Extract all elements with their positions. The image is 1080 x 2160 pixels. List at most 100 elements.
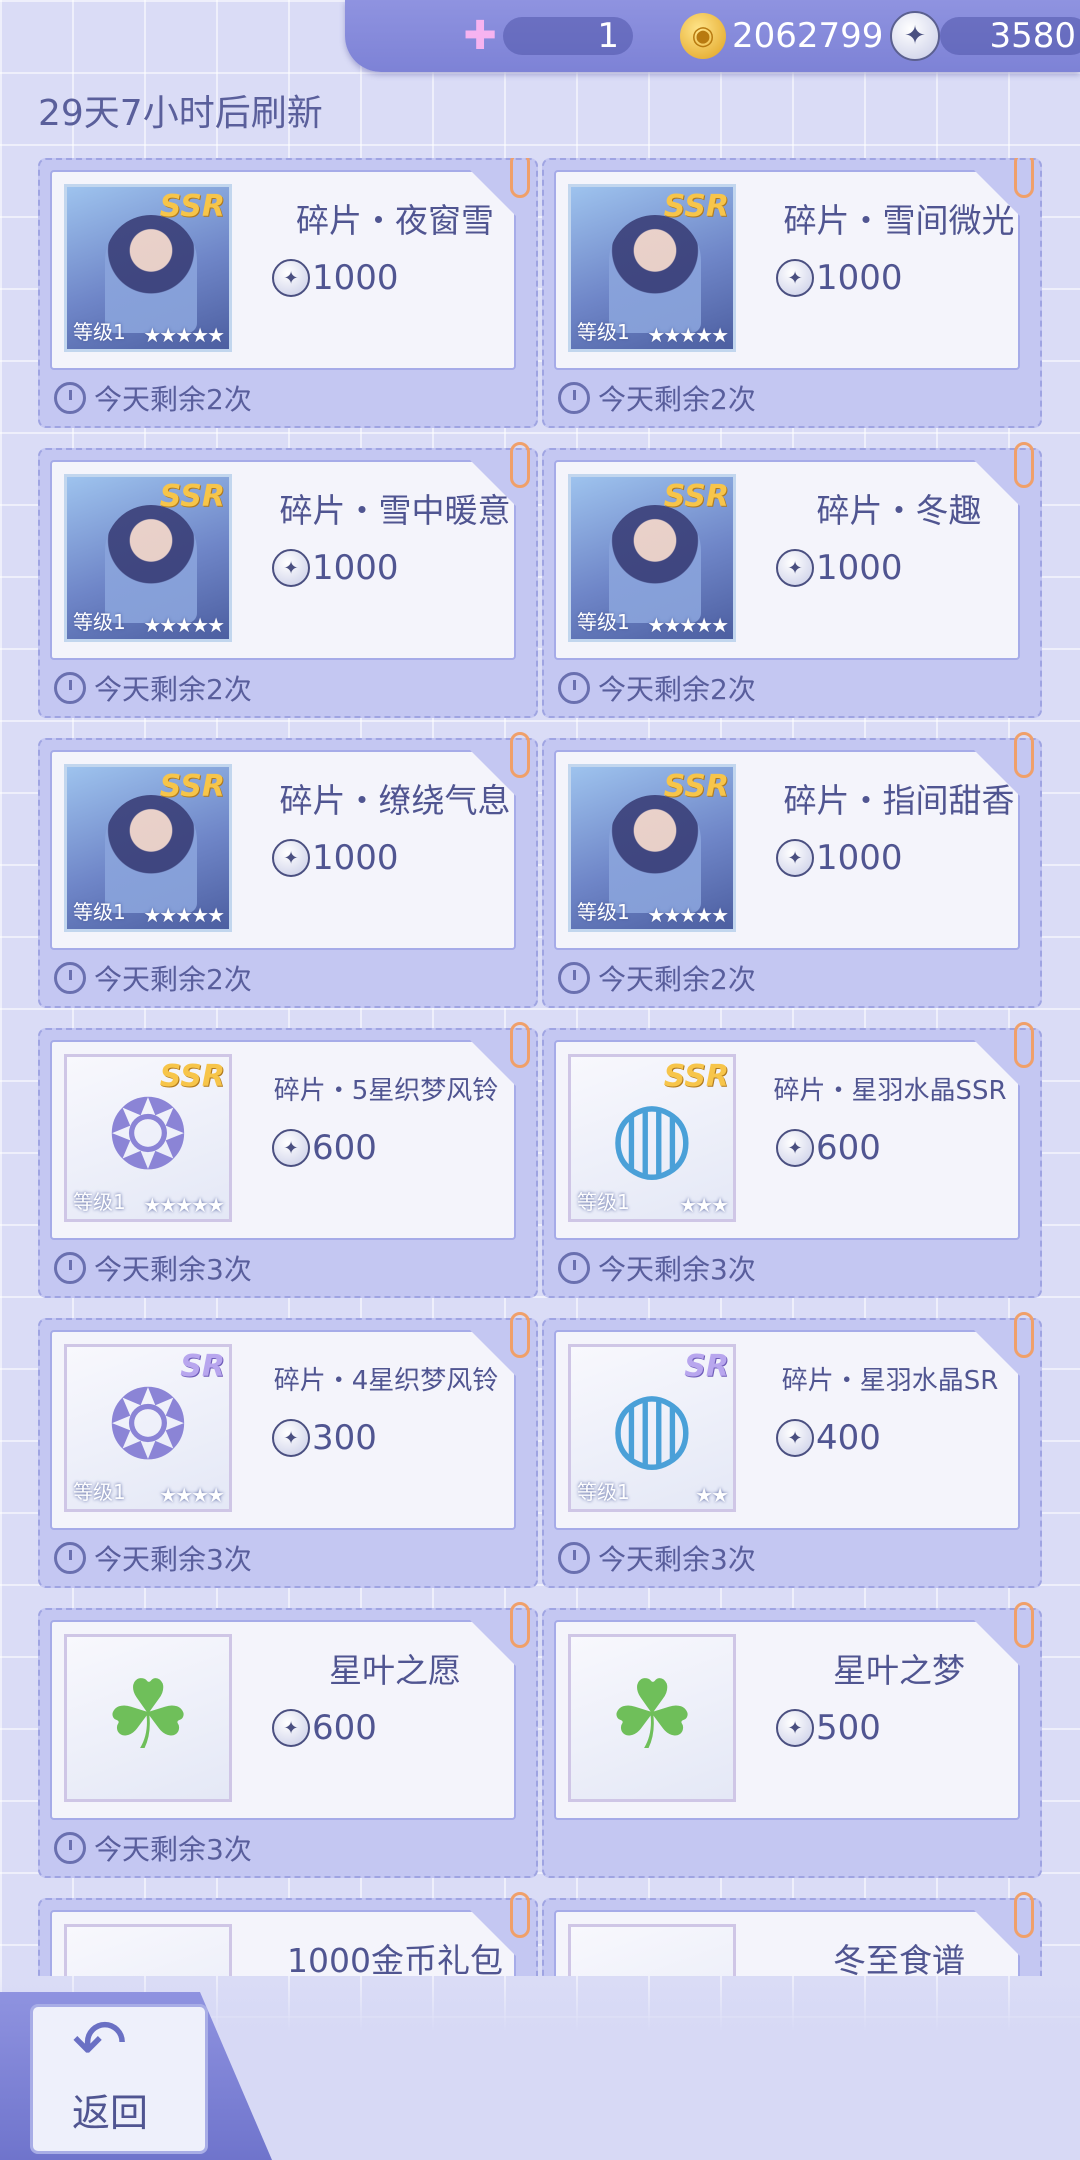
shop-item-card[interactable]: SSR 等级1 ★★★★★ 碎片・缭绕气息 ✦ 1000 今天剩余2次 bbox=[38, 732, 538, 1008]
item-thumbnail[interactable]: ❂ SSR 等级1 ★★★★★ bbox=[64, 1054, 232, 1222]
limit-text: 今天剩余3次 bbox=[598, 1543, 756, 1576]
paperclip-icon bbox=[1014, 732, 1034, 778]
item-name: 碎片・星羽水晶SR bbox=[781, 1366, 999, 1396]
star-coin-icon: ✦ bbox=[272, 839, 310, 877]
currency-bar: ✚ 1 ◉ 2062799 ✦ 3580 bbox=[345, 0, 1080, 72]
clock-icon bbox=[54, 1832, 86, 1864]
rarity-badge: SSR bbox=[663, 769, 729, 804]
limit-text: 今天剩余2次 bbox=[94, 963, 252, 996]
item-thumbnail[interactable]: ◉ bbox=[64, 1924, 232, 1976]
item-thumbnail[interactable]: ◍ SR 等级1 ★★ bbox=[568, 1344, 736, 1512]
clock-icon bbox=[558, 1252, 590, 1284]
rarity-badge: SSR bbox=[663, 479, 729, 514]
item-thumbnail[interactable]: ▤ bbox=[568, 1924, 736, 1976]
shop-item-card[interactable]: SSR 等级1 ★★★★★ 碎片・雪中暖意 ✦ 1000 今天剩余2次 bbox=[38, 442, 538, 718]
shop-item-card[interactable]: ☘ 星叶之愿 ✦ 600 今天剩余3次 bbox=[38, 1602, 538, 1878]
level-label: 等级1 bbox=[73, 1480, 126, 1504]
shop-item-card[interactable]: ◍ SR 等级1 ★★ 碎片・星羽水晶SR ✦ 400 今天剩余3次 bbox=[542, 1312, 1042, 1588]
coin-currency: ◉ 2062799 bbox=[680, 0, 883, 72]
level-label: 等级1 bbox=[577, 610, 630, 634]
level-label: 等级1 bbox=[73, 610, 126, 634]
rarity-badge: SR bbox=[684, 1349, 729, 1384]
paperclip-icon bbox=[510, 158, 530, 198]
price-value: 1000 bbox=[816, 548, 903, 588]
limit-text: 今天剩余3次 bbox=[94, 1253, 252, 1286]
star-rating: ★★ bbox=[695, 1483, 729, 1507]
shop-item-card[interactable]: ❂ SR 等级1 ★★★★ 碎片・4星织梦风铃 ✦ 300 今天剩余3次 bbox=[38, 1312, 538, 1588]
star-coin-icon: ✦ bbox=[272, 1129, 310, 1167]
paperclip-icon bbox=[1014, 1602, 1034, 1648]
shop-item-card[interactable]: SSR 等级1 ★★★★★ 碎片・雪间微光 ✦ 1000 今天剩余2次 bbox=[542, 158, 1042, 428]
item-thumbnail[interactable]: SSR 等级1 ★★★★★ bbox=[568, 184, 736, 352]
item-name: 星叶之愿 bbox=[329, 1651, 461, 1690]
star-rating: ★★★★ bbox=[159, 1483, 225, 1507]
paperclip-icon bbox=[510, 732, 530, 778]
star-rating: ★★★★★ bbox=[143, 613, 225, 637]
item-name: 碎片・星羽水晶SSR bbox=[773, 1076, 1007, 1106]
shop-item-card[interactable]: ☘ 星叶之梦 ✦ 500 bbox=[542, 1602, 1042, 1878]
item-price: ✦ 1000 bbox=[776, 548, 903, 588]
item-thumbnail[interactable]: ❂ SR 等级1 ★★★★ bbox=[64, 1344, 232, 1512]
shop-item-card[interactable]: ❂ SSR 等级1 ★★★★★ 碎片・5星织梦风铃 ✦ 600 今天剩余3次 bbox=[38, 1022, 538, 1298]
star-currency: ✦ 3580 bbox=[890, 0, 1080, 72]
item-name: 碎片・雪间微光 bbox=[783, 201, 1015, 240]
paperclip-icon bbox=[510, 1022, 530, 1068]
clock-icon bbox=[558, 962, 590, 994]
price-value: 400 bbox=[816, 1418, 881, 1458]
star-coin-icon: ✦ bbox=[776, 839, 814, 877]
back-arrow-icon[interactable]: ↶ bbox=[72, 2004, 127, 2084]
item-thumbnail[interactable]: SSR 等级1 ★★★★★ bbox=[64, 184, 232, 352]
item-thumbnail[interactable]: ☘ bbox=[568, 1634, 736, 1802]
swan-plus-icon[interactable]: ✚ bbox=[457, 13, 503, 59]
shop-item-card[interactable]: SSR 等级1 ★★★★★ 碎片・指间甜香 ✦ 1000 今天剩余2次 bbox=[542, 732, 1042, 1008]
paperclip-icon bbox=[510, 1312, 530, 1358]
clock-icon bbox=[558, 672, 590, 704]
item-price: ✦ 300 bbox=[272, 1418, 377, 1458]
item-price: ✦ 1000 bbox=[776, 838, 903, 878]
shop-item-card[interactable]: SSR 等级1 ★★★★★ 碎片・冬趣 ✦ 1000 今天剩余2次 bbox=[542, 442, 1042, 718]
item-name: 碎片・指间甜香 bbox=[783, 781, 1015, 820]
star-value: 3580 bbox=[989, 16, 1076, 56]
item-price: ✦ 600 bbox=[776, 1128, 881, 1168]
item-thumbnail[interactable]: SSR 等级1 ★★★★★ bbox=[64, 764, 232, 932]
coin-value: 2062799 bbox=[732, 16, 884, 56]
paperclip-icon bbox=[1014, 442, 1034, 488]
price-value: 500 bbox=[816, 1708, 881, 1748]
purchase-limit: 今天剩余3次 bbox=[558, 1538, 756, 1578]
star-coin-icon: ✦ bbox=[776, 1709, 814, 1747]
shop-grid: SSR 等级1 ★★★★★ 碎片・夜窗雪 ✦ 1000 今天剩余2次 SSR 等级1 ★★★★★ 碎… bbox=[38, 158, 1044, 1976]
item-thumbnail[interactable]: ◍ SSR 等级1 ★★★ bbox=[568, 1054, 736, 1222]
swan-currency[interactable]: ✚ 1 bbox=[457, 0, 633, 72]
limit-text: 今天剩余2次 bbox=[598, 673, 756, 706]
clover-jar-icon: ☘ bbox=[104, 1659, 192, 1771]
item-thumbnail[interactable]: SSR 等级1 ★★★★★ bbox=[568, 474, 736, 642]
item-thumbnail[interactable]: SSR 等级1 ★★★★★ bbox=[568, 764, 736, 932]
clock-icon bbox=[54, 1252, 86, 1284]
star-rating: ★★★★★ bbox=[647, 323, 729, 347]
paperclip-icon bbox=[1014, 1312, 1034, 1358]
item-thumbnail[interactable]: ☘ bbox=[64, 1634, 232, 1802]
rarity-badge: SSR bbox=[159, 769, 225, 804]
item-price: ✦ 600 bbox=[272, 1128, 377, 1168]
shop-item-card[interactable]: ◍ SSR 等级1 ★★★ 碎片・星羽水晶SSR ✦ 600 今天剩余3次 bbox=[542, 1022, 1042, 1298]
shop-item-card[interactable]: ◉ 1000金币礼包 bbox=[38, 1892, 538, 1976]
item-thumbnail[interactable]: SSR 等级1 ★★★★★ bbox=[64, 474, 232, 642]
clock-icon bbox=[54, 672, 86, 704]
purchase-limit: 今天剩余2次 bbox=[54, 378, 252, 418]
purchase-limit: 今天剩余2次 bbox=[558, 378, 756, 418]
level-label: 等级1 bbox=[577, 1480, 630, 1504]
star-coin-icon: ✦ bbox=[272, 1419, 310, 1457]
clock-icon bbox=[558, 1542, 590, 1574]
shop-item-card[interactable]: SSR 等级1 ★★★★★ 碎片・夜窗雪 ✦ 1000 今天剩余2次 bbox=[38, 158, 538, 428]
level-label: 等级1 bbox=[73, 900, 126, 924]
star-coin-icon: ✦ bbox=[776, 259, 814, 297]
shop-item-card[interactable]: ▤ 冬至食谱 bbox=[542, 1892, 1042, 1976]
star-coin-icon: ✦ bbox=[272, 1709, 310, 1747]
limit-text: 今天剩余2次 bbox=[598, 963, 756, 996]
limit-text: 今天剩余2次 bbox=[94, 673, 252, 706]
recipe-icon: ▤ bbox=[571, 1945, 733, 1976]
limit-text: 今天剩余3次 bbox=[94, 1543, 252, 1576]
back-label[interactable]: 返回 bbox=[72, 2082, 148, 2137]
item-name: 1000金币礼包 bbox=[287, 1941, 503, 1976]
item-name: 碎片・5星织梦风铃 bbox=[273, 1076, 499, 1106]
